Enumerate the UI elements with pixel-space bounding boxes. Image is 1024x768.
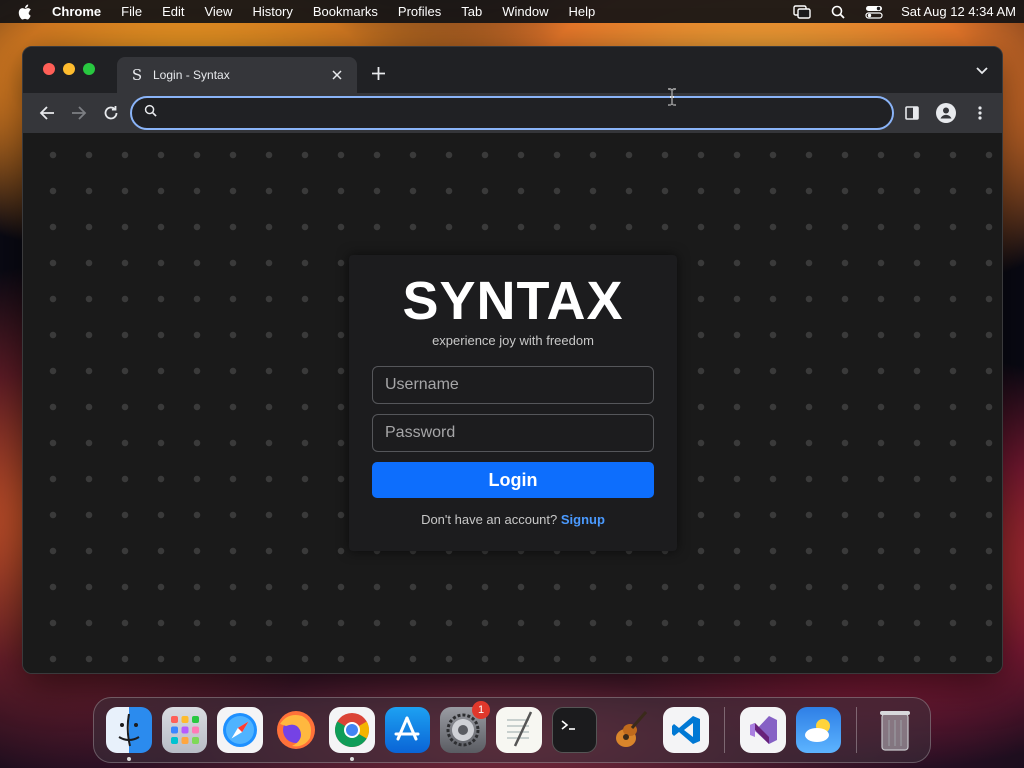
dock-chrome-icon[interactable]: [328, 707, 375, 761]
forward-button[interactable]: [65, 99, 93, 127]
dock-terminal-icon[interactable]: [551, 707, 598, 753]
chrome-running-dot: [349, 757, 354, 761]
search-icon: [144, 104, 157, 122]
menu-app-name[interactable]: Chrome: [52, 4, 101, 19]
tagline: experience joy with freedom: [432, 333, 594, 348]
tab-title: Login - Syntax: [153, 68, 230, 82]
notification-badge: 1: [472, 701, 491, 719]
text-cursor-icon: [667, 88, 679, 106]
menu-tab[interactable]: Tab: [461, 4, 482, 19]
menu-file[interactable]: File: [121, 4, 142, 19]
signup-prompt-text: Don't have an account?: [421, 512, 558, 527]
dock-garageband-icon[interactable]: [607, 707, 653, 753]
dock-separator: [723, 707, 725, 753]
dock-separator-2: [856, 707, 858, 753]
menu-edit[interactable]: Edit: [162, 4, 184, 19]
reload-button[interactable]: [97, 99, 125, 127]
profile-avatar-icon[interactable]: [932, 99, 960, 127]
username-input[interactable]: [372, 366, 654, 404]
minimize-window-button[interactable]: [63, 63, 75, 75]
browser-toolbar: [23, 93, 1002, 133]
login-button[interactable]: Login: [372, 462, 654, 498]
dock: 1: [93, 697, 931, 763]
menu-window[interactable]: Window: [502, 4, 548, 19]
zoom-window-button[interactable]: [83, 63, 95, 75]
finder-running-dot: [127, 757, 131, 761]
tab-favicon: S: [131, 66, 143, 84]
dock-textedit-icon[interactable]: [496, 707, 542, 753]
more-menu-icon[interactable]: [966, 99, 994, 127]
address-input[interactable]: [165, 105, 880, 121]
spotlight-search-icon[interactable]: [829, 5, 847, 19]
dock-launchpad-icon[interactable]: [161, 707, 208, 753]
dock-finder-icon[interactable]: [106, 707, 152, 761]
close-window-button[interactable]: [43, 63, 55, 75]
signup-link[interactable]: Signup: [561, 512, 605, 527]
menu-clock[interactable]: Sat Aug 12 4:34 AM: [901, 4, 1016, 19]
new-tab-button[interactable]: [367, 62, 389, 84]
tab-search-chevron-down-icon[interactable]: [974, 63, 990, 79]
page-viewport: SYNTAX experience joy with freedom Login…: [23, 133, 1002, 673]
screen-mirroring-icon[interactable]: [793, 4, 811, 19]
control-center-icon[interactable]: [865, 5, 883, 19]
menu-profiles[interactable]: Profiles: [398, 4, 441, 19]
tab-strip: S Login - Syntax: [23, 47, 1002, 93]
signup-prompt: Don't have an account? Signup: [371, 512, 655, 527]
dock-vscode-icon[interactable]: [663, 707, 709, 753]
dock-system-settings-icon[interactable]: 1: [440, 701, 491, 753]
dock-visual-studio-icon[interactable]: [739, 707, 786, 753]
dock-trash-icon[interactable]: [872, 707, 918, 753]
password-input[interactable]: [372, 414, 654, 452]
menu-history[interactable]: History: [252, 4, 292, 19]
side-panel-icon[interactable]: [898, 99, 926, 127]
dock-firefox-icon[interactable]: [273, 707, 319, 753]
tab-login-syntax[interactable]: S Login - Syntax: [117, 57, 357, 93]
dock-app-store-icon[interactable]: [384, 707, 431, 753]
browser-window: S Login - Syntax SYNTAX experience joy w…: [22, 46, 1003, 674]
address-bar[interactable]: [130, 96, 894, 130]
menu-help[interactable]: Help: [569, 4, 596, 19]
menu-view[interactable]: View: [204, 4, 232, 19]
brand-logo: SYNTAX: [402, 271, 624, 331]
window-controls: [43, 63, 95, 75]
back-button[interactable]: [33, 99, 61, 127]
dock-weather-icon[interactable]: [795, 707, 842, 753]
menu-bar: Chrome File Edit View History Bookmarks …: [0, 0, 1024, 23]
menu-bookmarks[interactable]: Bookmarks: [313, 4, 378, 19]
dock-safari-icon[interactable]: [217, 707, 264, 753]
apple-menu-icon[interactable]: [18, 4, 32, 20]
login-card: SYNTAX experience joy with freedom Login…: [349, 255, 677, 551]
close-tab-icon[interactable]: [329, 67, 345, 83]
